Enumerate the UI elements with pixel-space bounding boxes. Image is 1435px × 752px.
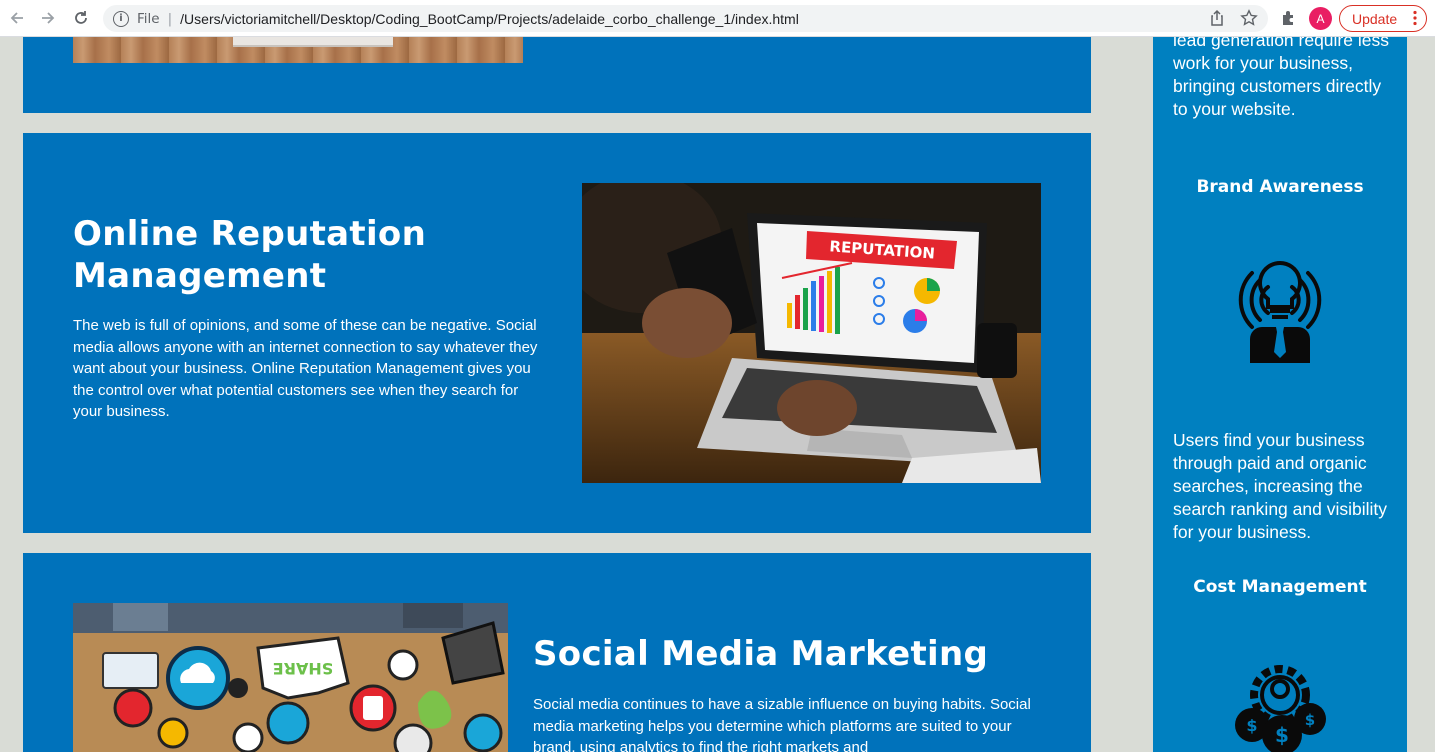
extensions-icon[interactable] bbox=[1279, 8, 1299, 28]
back-arrow-icon[interactable] bbox=[6, 7, 28, 29]
profile-avatar[interactable]: A bbox=[1309, 7, 1332, 30]
brand-awareness-heading: Brand Awareness bbox=[1196, 177, 1364, 197]
svg-text:$: $ bbox=[1305, 711, 1315, 729]
update-button[interactable]: Update bbox=[1339, 5, 1427, 32]
url-separator: | bbox=[167, 10, 173, 27]
social-media-card: SHARE Social Media Marketing Social medi… bbox=[23, 553, 1091, 752]
gear-dollar-icon: $ $ $ bbox=[1230, 657, 1330, 752]
svg-text:$: $ bbox=[1275, 723, 1289, 747]
star-icon[interactable] bbox=[1240, 9, 1258, 31]
social-media-image: SHARE bbox=[73, 603, 508, 752]
forward-arrow-icon[interactable] bbox=[37, 7, 59, 29]
info-icon[interactable]: i bbox=[113, 10, 129, 27]
reload-icon[interactable] bbox=[70, 7, 92, 29]
lead-generation-card bbox=[23, 37, 1091, 113]
update-button-label: Update bbox=[1352, 10, 1398, 27]
reputation-card: Online Reputation Management The web is … bbox=[23, 133, 1091, 533]
share-icon[interactable] bbox=[1208, 9, 1226, 31]
lead-generation-image bbox=[73, 37, 523, 63]
paper-on-desk bbox=[233, 37, 393, 47]
lead-generation-text: lead generation require less work for yo… bbox=[1173, 37, 1389, 119]
svg-text:$: $ bbox=[1246, 716, 1257, 735]
share-bubble-text: SHARE bbox=[273, 659, 334, 678]
benefits-sidebar: lead generation require less work for yo… bbox=[1153, 37, 1407, 752]
brand-awareness-text: Users find your business through paid an… bbox=[1173, 430, 1387, 542]
reputation-text: The web is full of opinions, and some of… bbox=[73, 317, 538, 420]
social-media-text: Social media continues to have a sizable… bbox=[533, 696, 1031, 752]
url-text[interactable]: /Users/victoriamitchell/Desktop/Coding_B… bbox=[180, 11, 799, 27]
file-label: File bbox=[137, 10, 160, 27]
social-media-heading: Social Media Marketing bbox=[533, 634, 989, 674]
reputation-heading: Online Reputation Management bbox=[73, 214, 427, 296]
reputation-image: REPUTATION bbox=[582, 183, 1041, 483]
address-bar[interactable]: i File | /Users/victoriamitchell/Desktop… bbox=[103, 5, 1268, 32]
lightbulb-person-icon bbox=[1230, 255, 1330, 363]
menu-dots-icon[interactable] bbox=[1413, 10, 1417, 26]
browser-toolbar: i File | /Users/victoriamitchell/Desktop… bbox=[0, 0, 1435, 37]
cost-management-heading: Cost Management bbox=[1193, 577, 1367, 597]
